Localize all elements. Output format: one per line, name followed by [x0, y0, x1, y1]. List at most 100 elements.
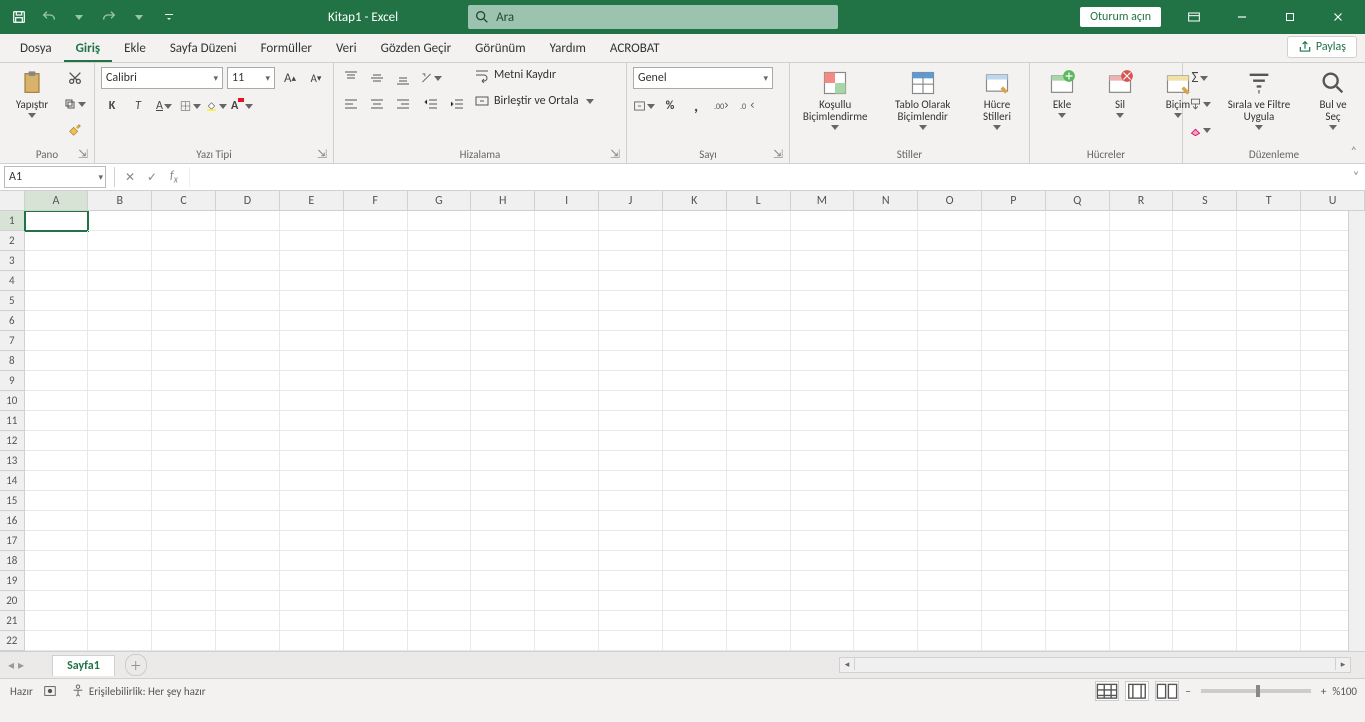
- cell[interactable]: [88, 291, 152, 311]
- cell[interactable]: [280, 571, 344, 591]
- cell[interactable]: [535, 271, 599, 291]
- cell[interactable]: [1237, 211, 1301, 231]
- cell[interactable]: [344, 531, 408, 551]
- cell[interactable]: [25, 211, 89, 231]
- cell[interactable]: [791, 331, 855, 351]
- cell[interactable]: [791, 591, 855, 611]
- cell[interactable]: [344, 551, 408, 571]
- tab-sayfa-duzeni[interactable]: Sayfa Düzeni: [158, 36, 249, 62]
- cell[interactable]: [1237, 271, 1301, 291]
- cell[interactable]: [216, 531, 280, 551]
- cell[interactable]: [791, 571, 855, 591]
- undo-dropdown-icon[interactable]: [66, 4, 92, 30]
- cell[interactable]: [344, 411, 408, 431]
- cell[interactable]: [216, 511, 280, 531]
- row-header[interactable]: 1: [0, 211, 25, 231]
- cell[interactable]: [1237, 311, 1301, 331]
- cell[interactable]: [152, 291, 216, 311]
- cell[interactable]: [1046, 451, 1110, 471]
- cell[interactable]: [727, 451, 791, 471]
- cell[interactable]: [88, 311, 152, 331]
- cell[interactable]: [1173, 231, 1237, 251]
- cell[interactable]: [982, 251, 1046, 271]
- cell[interactable]: [1110, 351, 1174, 371]
- cell[interactable]: [918, 411, 982, 431]
- cell[interactable]: [152, 311, 216, 331]
- cell[interactable]: [152, 611, 216, 631]
- tab-yardim[interactable]: Yardım: [538, 36, 598, 62]
- cell[interactable]: [727, 631, 791, 651]
- cell[interactable]: [791, 311, 855, 331]
- cell[interactable]: [663, 571, 727, 591]
- cell[interactable]: [344, 371, 408, 391]
- cell[interactable]: [535, 311, 599, 331]
- cell[interactable]: [1046, 411, 1110, 431]
- cell[interactable]: [727, 531, 791, 551]
- cell[interactable]: [663, 471, 727, 491]
- tab-ekle[interactable]: Ekle: [112, 36, 158, 62]
- cell[interactable]: [918, 491, 982, 511]
- zoom-level[interactable]: %100: [1332, 685, 1357, 698]
- cell[interactable]: [918, 611, 982, 631]
- cell[interactable]: [471, 311, 535, 331]
- cell[interactable]: [854, 371, 918, 391]
- cell[interactable]: [599, 531, 663, 551]
- row-header[interactable]: 12: [0, 431, 25, 451]
- column-header[interactable]: B: [88, 191, 152, 211]
- cell[interactable]: [88, 531, 152, 551]
- save-icon[interactable]: [6, 4, 32, 30]
- cell[interactable]: [152, 271, 216, 291]
- page-layout-view-button[interactable]: [1125, 681, 1149, 701]
- redo-icon[interactable]: [96, 4, 122, 30]
- increase-indent-button[interactable]: [446, 93, 468, 115]
- cell[interactable]: [1173, 371, 1237, 391]
- cell[interactable]: [854, 631, 918, 651]
- cell[interactable]: [25, 491, 89, 511]
- formula-input[interactable]: [189, 167, 1347, 187]
- cell[interactable]: [982, 551, 1046, 571]
- cut-button[interactable]: [64, 67, 86, 89]
- cell[interactable]: [216, 491, 280, 511]
- cell[interactable]: [663, 291, 727, 311]
- paste-button[interactable]: Yapıştır: [6, 67, 58, 120]
- cell[interactable]: [982, 351, 1046, 371]
- align-top-button[interactable]: [340, 67, 362, 89]
- cell[interactable]: [216, 311, 280, 331]
- cell[interactable]: [791, 251, 855, 271]
- cell[interactable]: [1173, 291, 1237, 311]
- cell[interactable]: [791, 211, 855, 231]
- cell[interactable]: [280, 551, 344, 571]
- cell[interactable]: [1046, 511, 1110, 531]
- maximize-icon[interactable]: [1267, 0, 1313, 34]
- cell[interactable]: [663, 351, 727, 371]
- row-header[interactable]: 9: [0, 371, 25, 391]
- cell[interactable]: [727, 511, 791, 531]
- cell[interactable]: [1110, 451, 1174, 471]
- cell[interactable]: [727, 251, 791, 271]
- cell[interactable]: [88, 211, 152, 231]
- cell[interactable]: [88, 391, 152, 411]
- sort-filter-button[interactable]: Sırala ve Filtre Uygula: [1217, 67, 1301, 132]
- cell[interactable]: [1046, 591, 1110, 611]
- select-all-corner[interactable]: [0, 191, 25, 211]
- share-button[interactable]: Paylaş: [1287, 36, 1357, 58]
- cell[interactable]: [1173, 331, 1237, 351]
- redo-dropdown-icon[interactable]: [126, 4, 152, 30]
- cell[interactable]: [280, 271, 344, 291]
- number-format-combo[interactable]: Genel▾: [633, 67, 773, 89]
- cell[interactable]: [727, 291, 791, 311]
- column-header[interactable]: J: [599, 191, 663, 211]
- normal-view-button[interactable]: [1095, 681, 1119, 701]
- cell[interactable]: [471, 471, 535, 491]
- cell[interactable]: [152, 391, 216, 411]
- cell[interactable]: [727, 611, 791, 631]
- cell[interactable]: [918, 631, 982, 651]
- row-header[interactable]: 16: [0, 511, 25, 531]
- cell[interactable]: [152, 631, 216, 651]
- cell[interactable]: [791, 411, 855, 431]
- cell[interactable]: [599, 371, 663, 391]
- cell[interactable]: [535, 551, 599, 571]
- cell[interactable]: [88, 571, 152, 591]
- align-bottom-button[interactable]: [392, 67, 414, 89]
- cell[interactable]: [152, 351, 216, 371]
